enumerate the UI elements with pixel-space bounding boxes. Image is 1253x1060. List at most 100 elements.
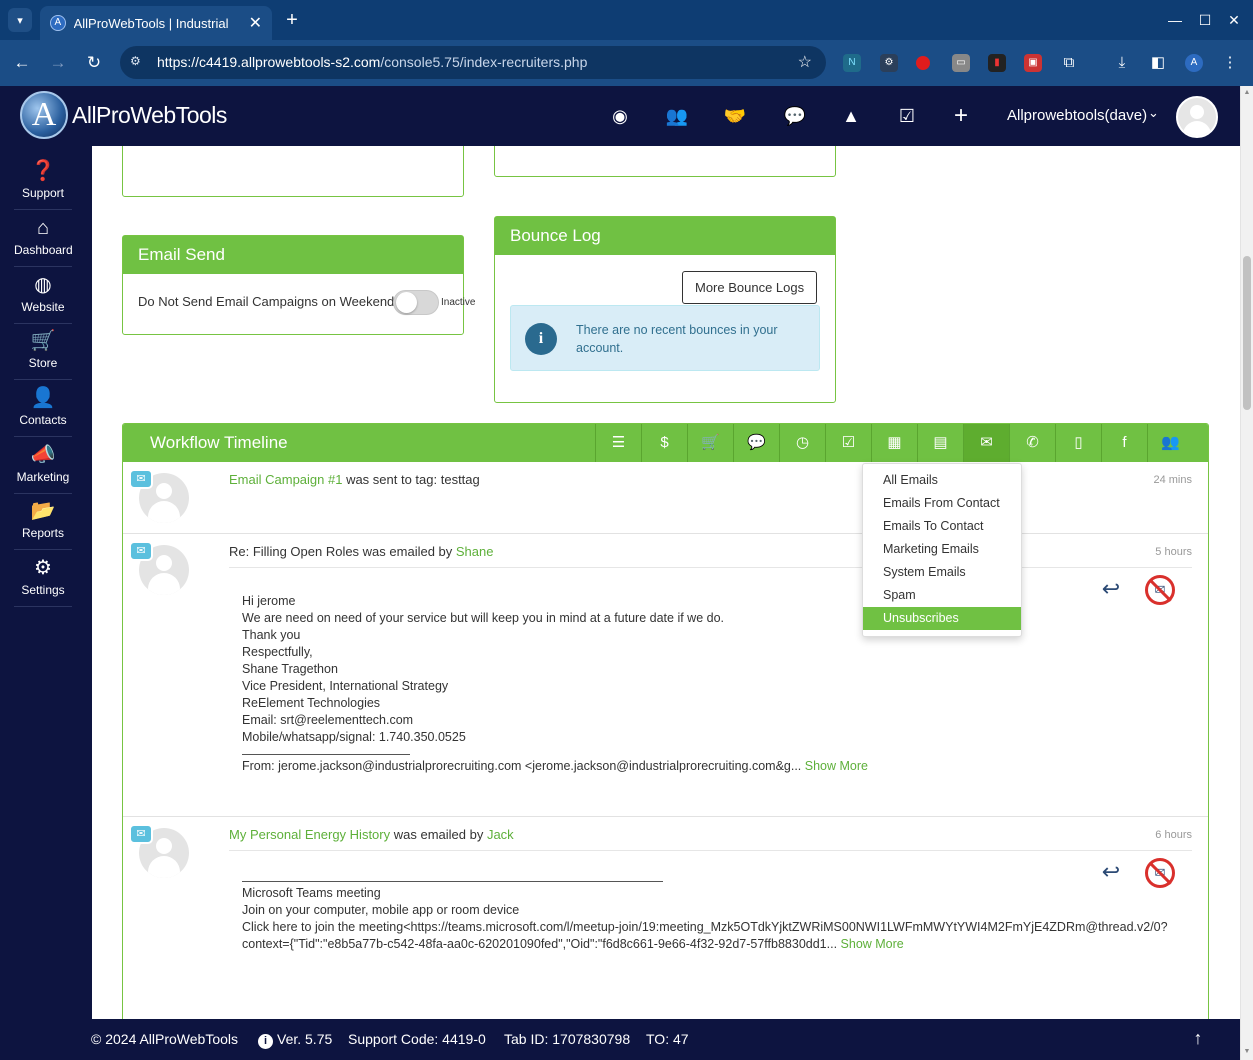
unsubscribe-icon[interactable]: ✉	[1145, 858, 1175, 888]
workflow-header: Workflow Timeline ☰ $ 🛒 💬 ◷ ☑ ▦ ▤ ✉ ✆ ▯ …	[123, 424, 1208, 462]
extension-block-icon[interactable]: ▮	[988, 54, 1006, 72]
logo-icon[interactable]: A	[20, 91, 68, 139]
sidebar-item-contacts[interactable]: 👤 Contacts	[14, 381, 72, 437]
sidebar-item-store[interactable]: 🛒 Store	[14, 324, 72, 380]
site-info-icon[interactable]: ⚙	[130, 54, 148, 70]
plus-icon[interactable]: +	[948, 103, 974, 129]
chevron-down-icon[interactable]: ⌄	[1148, 105, 1159, 121]
cart-icon: 🛒	[30, 330, 56, 352]
sidebar-item-website[interactable]: ◍ Website	[14, 268, 72, 324]
scrollbar-thumb[interactable]	[1243, 256, 1251, 410]
logo-text[interactable]: AllProWebTools	[72, 102, 227, 129]
dropdown-item-emails-to-contact[interactable]: Emails To Contact	[863, 515, 1021, 538]
bookmark-star-icon[interactable]: ☆	[798, 52, 812, 72]
scroll-up-arrow-icon[interactable]: ▲	[1243, 89, 1251, 97]
scroll-down-arrow-icon[interactable]: ▼	[1243, 1048, 1251, 1056]
extension-record-icon[interactable]	[916, 56, 930, 70]
tasks-icon[interactable]: ☑	[825, 424, 871, 462]
arrow-up-icon[interactable]: ↑	[1188, 1028, 1208, 1050]
sidebar-item-label: Store	[28, 356, 58, 370]
dropdown-item-marketing-emails[interactable]: Marketing Emails	[863, 538, 1021, 561]
browser-menu-icon[interactable]: ⋮	[1221, 54, 1239, 72]
bounce-log-panel: Bounce Log More Bounce Logs i There are …	[494, 216, 836, 403]
unsubscribe-icon[interactable]: ✉	[1145, 575, 1175, 605]
show-more-link[interactable]: Show More	[841, 937, 904, 951]
version-info[interactable]: i Ver. 5.75	[258, 1031, 332, 1049]
back-icon[interactable]: ←	[11, 52, 33, 74]
new-tab-icon[interactable]: +	[282, 8, 302, 32]
cart-icon[interactable]: 🛒	[687, 424, 733, 462]
workflow-timeline-panel: Workflow Timeline ☰ $ 🛒 💬 ◷ ☑ ▦ ▤ ✉ ✆ ▯ …	[122, 423, 1209, 1019]
sidebar-item-label: Support	[21, 186, 65, 200]
sidebar-item-support[interactable]: ❓ Support	[14, 154, 72, 210]
sidebar-item-label: Reports	[21, 526, 65, 540]
dropdown-item-all-emails[interactable]: All Emails	[863, 469, 1021, 492]
quote-divider	[242, 746, 410, 755]
dollar-icon[interactable]: $	[641, 424, 687, 462]
email-filter-icon[interactable]: ✉	[963, 424, 1009, 462]
timeline-entry: ✉ Re: Filling Open Roles was emailed by …	[123, 534, 1208, 817]
email-subject-link[interactable]: My Personal Energy History	[229, 827, 390, 842]
tasks-icon[interactable]: ☑	[894, 103, 920, 129]
sender-link[interactable]: Shane	[456, 544, 494, 559]
extension-gear-icon[interactable]: ⚙	[880, 54, 898, 72]
close-tab-icon[interactable]: ✕	[249, 13, 262, 33]
group-icon[interactable]: 👥	[1147, 424, 1193, 462]
users-icon[interactable]: 👥	[664, 103, 690, 129]
dropdown-item-emails-from-contact[interactable]: Emails From Contact	[863, 492, 1021, 515]
comment-icon[interactable]: 💬	[733, 424, 779, 462]
profile-icon[interactable]: A	[1185, 54, 1203, 72]
dropdown-item-system-emails[interactable]: System Emails	[863, 561, 1021, 584]
dropdown-item-spam[interactable]: Spam	[863, 584, 1021, 607]
avatar[interactable]	[1176, 96, 1218, 138]
sidebar-item-reports[interactable]: 📂 Reports	[14, 494, 72, 550]
phone-icon[interactable]: ✆	[1009, 424, 1055, 462]
form-icon[interactable]: ▤	[917, 424, 963, 462]
reply-icon[interactable]: ↩	[1098, 576, 1124, 602]
page-scrollbar[interactable]: ▲ ▼	[1240, 86, 1253, 1060]
entry-time: 24 mins	[1153, 474, 1192, 486]
sidebar-item-settings[interactable]: ⚙ Settings	[14, 551, 72, 607]
weekend-toggle[interactable]	[393, 290, 439, 315]
side-panel-icon[interactable]: ◧	[1149, 54, 1167, 72]
folder-icon: 📂	[30, 500, 56, 522]
email-line: ReElement Technologies	[242, 696, 381, 710]
sidebar-item-label: Contacts	[19, 413, 67, 427]
user-menu[interactable]: Allprowebtools(dave)	[1007, 107, 1147, 124]
dropdown-item-unsubscribes[interactable]: Unsubscribes	[863, 607, 1021, 630]
campaign-link[interactable]: Email Campaign #1	[229, 472, 342, 487]
more-bounce-logs-button[interactable]: More Bounce Logs	[682, 271, 818, 304]
forward-icon[interactable]: →	[47, 52, 69, 74]
extensions-puzzle-icon[interactable]: ⧉	[1060, 54, 1078, 72]
reply-icon[interactable]: ↩	[1098, 859, 1124, 885]
favicon-icon: A	[50, 15, 66, 31]
email-line: Respectfully,	[242, 645, 313, 659]
email-line: Click here to join the meeting<https://t…	[242, 920, 1168, 934]
show-more-link[interactable]: Show More	[805, 759, 868, 773]
sidebar-item-dashboard[interactable]: ⌂ Dashboard	[14, 211, 73, 267]
browser-tab[interactable]: A AllProWebTools | Industrial ✕	[40, 6, 272, 40]
handshake-icon[interactable]: 🤝	[722, 103, 748, 129]
extension-chat-icon[interactable]: ▭	[952, 54, 970, 72]
comments-icon[interactable]: 💬	[782, 103, 808, 129]
facebook-icon[interactable]: f	[1101, 424, 1147, 462]
calendar-icon[interactable]: ▦	[871, 424, 917, 462]
clock-icon[interactable]: ◷	[779, 424, 825, 462]
download-icon[interactable]: ⤓	[1113, 54, 1131, 72]
browser-toolbar: ← → ↻ ⚙ https://c4419.allprowebtools-s2.…	[0, 40, 1253, 86]
address-bar[interactable]: ⚙ https://c4419.allprowebtools-s2.com/co…	[120, 46, 826, 79]
eye-icon[interactable]: ◉	[607, 103, 633, 129]
minimize-icon[interactable]: —	[1163, 8, 1187, 32]
close-window-icon[interactable]: ✕	[1222, 8, 1246, 32]
reload-icon[interactable]: ↻	[83, 52, 105, 74]
list-icon[interactable]: ☰	[595, 424, 641, 462]
extension-n-icon[interactable]: N	[843, 54, 861, 72]
email-badge-icon: ✉	[129, 824, 153, 844]
warning-icon[interactable]: ▲	[838, 103, 864, 129]
extension-print-icon[interactable]: ▣	[1024, 54, 1042, 72]
sender-link[interactable]: Jack	[487, 827, 514, 842]
tab-search-icon[interactable]: ▾	[8, 8, 32, 32]
mobile-icon[interactable]: ▯	[1055, 424, 1101, 462]
maximize-icon[interactable]: ☐	[1193, 8, 1217, 32]
sidebar-item-marketing[interactable]: 📣 Marketing	[14, 438, 72, 494]
